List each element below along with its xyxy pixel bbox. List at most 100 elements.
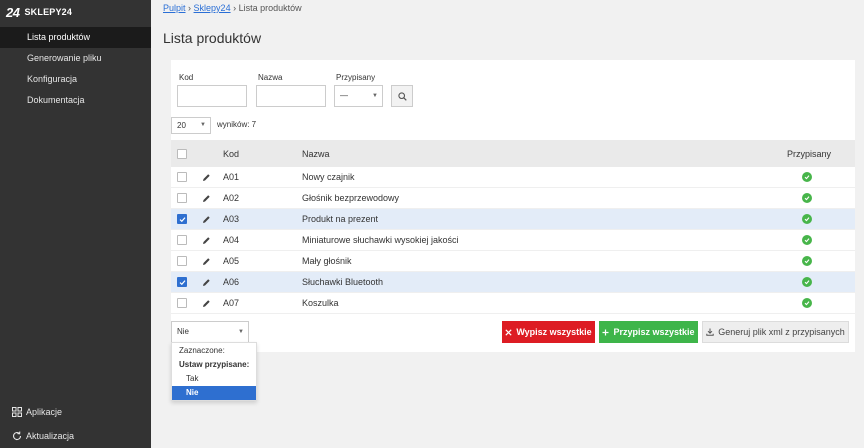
filter-nazwa-input[interactable]: [256, 85, 326, 107]
page-title: Lista produktów: [163, 30, 262, 46]
row-nazwa: Produkt na prezent: [302, 214, 379, 224]
bulk-assign-select[interactable]: Nie ▼: [171, 321, 249, 343]
breadcrumb-separator: ›: [233, 3, 237, 13]
edit-icon[interactable]: [202, 251, 211, 271]
grid-icon: [12, 407, 22, 417]
unassign-all-button[interactable]: Wypisz wszystkie: [502, 321, 595, 343]
dropdown-option-tak[interactable]: Tak: [172, 372, 256, 385]
sidebar-link-label: Aplikacje: [26, 407, 63, 417]
row-checkbox[interactable]: [177, 214, 187, 224]
table-row: A03 Produkt na prezent: [171, 209, 855, 230]
table-row: A06 Słuchawki Bluetooth: [171, 272, 855, 293]
filter-kod-input[interactable]: [177, 85, 247, 107]
row-checkbox[interactable]: [177, 235, 187, 245]
generate-xml-button[interactable]: Generuj plik xml z przypisanych: [702, 321, 849, 343]
row-kod: A06: [223, 277, 240, 287]
brand-name: SKLEPY24: [24, 7, 73, 17]
row-checkbox[interactable]: [177, 277, 187, 287]
download-icon: [706, 328, 714, 336]
select-all-checkbox[interactable]: [177, 148, 187, 159]
unassign-all-label: Wypisz wszystkie: [516, 327, 592, 337]
check-circle-icon[interactable]: [802, 256, 812, 266]
row-checkbox[interactable]: [177, 193, 187, 203]
generate-xml-label: Generuj plik xml z przypisanych: [718, 327, 845, 337]
edit-icon[interactable]: [202, 230, 211, 250]
edit-icon[interactable]: [202, 188, 211, 208]
check-circle-icon[interactable]: [802, 193, 812, 203]
edit-icon[interactable]: [202, 167, 211, 187]
filter-kod-label: Kod: [179, 73, 194, 82]
row-kod: A05: [223, 256, 240, 266]
check-circle-icon[interactable]: [802, 277, 812, 287]
sidebar-nav: Lista produktów Generowanie pliku Konfig…: [0, 27, 151, 111]
sidebar-item-konfiguracja[interactable]: Konfiguracja: [0, 69, 151, 90]
table-row: A01 Nowy czajnik: [171, 167, 855, 188]
row-checkbox[interactable]: [177, 298, 187, 308]
chevron-down-icon: ▼: [372, 93, 378, 99]
edit-icon[interactable]: [202, 272, 211, 292]
row-nazwa: Koszulka: [302, 298, 339, 308]
chevron-down-icon: ▼: [200, 122, 206, 128]
filter-przypisany-label: Przypisany: [336, 73, 376, 82]
header-przypisany[interactable]: Przypisany: [787, 140, 831, 167]
table-row: A05 Mały głośnik: [171, 251, 855, 272]
main-content: Pulpit › Sklepy24 › Lista produktów List…: [151, 0, 864, 448]
close-icon: [505, 328, 512, 336]
sidebar: 24 SKLEPY24 Lista produktów Generowanie …: [0, 0, 151, 448]
sidebar-item-dokumentacja[interactable]: Dokumentacja: [0, 90, 151, 111]
row-nazwa: Miniaturowe słuchawki wysokiej jakości: [302, 235, 459, 245]
assign-all-label: Przypisz wszystkie: [613, 327, 695, 337]
search-button[interactable]: [391, 85, 413, 107]
dropdown-group-label: Ustaw przypisane:: [179, 360, 250, 369]
breadcrumb-pulpit[interactable]: Pulpit: [163, 3, 186, 13]
filter-przypisany-select[interactable]: — ▼: [334, 85, 383, 107]
filter-przypisany-value: —: [340, 91, 348, 100]
dropdown-header: Zaznaczone:: [179, 346, 225, 355]
breadcrumb-separator: ›: [188, 3, 192, 13]
check-circle-icon[interactable]: [802, 172, 812, 182]
row-kod: A01: [223, 172, 240, 182]
plus-icon: [602, 329, 609, 335]
chevron-down-icon: ▼: [238, 329, 244, 335]
filter-nazwa-label: Nazwa: [258, 73, 283, 82]
breadcrumb: Pulpit › Sklepy24 › Lista produktów: [163, 3, 302, 13]
check-circle-icon[interactable]: [802, 235, 812, 245]
edit-icon[interactable]: [202, 293, 211, 313]
sidebar-item-lista-produktow[interactable]: Lista produktów: [0, 27, 151, 48]
bulk-assign-dropdown: Zaznaczone: Ustaw przypisane: Tak Nie: [171, 342, 257, 401]
brand-logo: 24: [6, 4, 20, 20]
row-nazwa: Mały głośnik: [302, 256, 352, 266]
table-row: A02 Głośnik bezprzewodowy: [171, 188, 855, 209]
bulk-assign-value: Nie: [177, 327, 190, 336]
row-kod: A03: [223, 214, 240, 224]
sidebar-item-generowanie-pliku[interactable]: Generowanie pliku: [0, 48, 151, 69]
sidebar-link-aplikacje[interactable]: Aplikacje: [0, 400, 151, 424]
header-nazwa[interactable]: Nazwa: [302, 140, 330, 167]
check-circle-icon[interactable]: [802, 214, 812, 224]
table-header: Kod Nazwa Przypisany: [171, 140, 855, 167]
per-page-value: 20: [177, 121, 186, 130]
assign-all-button[interactable]: Przypisz wszystkie: [599, 321, 698, 343]
row-checkbox[interactable]: [177, 172, 187, 182]
sidebar-link-aktualizacja[interactable]: Aktualizacja: [0, 424, 151, 448]
row-kod: A04: [223, 235, 240, 245]
row-kod: A07: [223, 298, 240, 308]
dropdown-option-nie[interactable]: Nie: [172, 386, 256, 400]
header-kod[interactable]: Kod: [223, 140, 239, 167]
row-checkbox[interactable]: [177, 256, 187, 266]
row-kod: A02: [223, 193, 240, 203]
brand[interactable]: 24 SKLEPY24: [0, 0, 151, 24]
row-nazwa: Słuchawki Bluetooth: [302, 277, 384, 287]
edit-icon[interactable]: [202, 209, 211, 229]
per-page-select[interactable]: 20 ▼: [171, 117, 211, 134]
results-count: wyników: 7: [217, 120, 257, 129]
breadcrumb-current: Lista produktów: [238, 3, 302, 13]
check-circle-icon[interactable]: [802, 298, 812, 308]
table-row: A04 Miniaturowe słuchawki wysokiej jakoś…: [171, 230, 855, 251]
row-nazwa: Głośnik bezprzewodowy: [302, 193, 400, 203]
breadcrumb-sklepy24[interactable]: Sklepy24: [194, 3, 231, 13]
sidebar-bottom: Aplikacje Aktualizacja: [0, 400, 151, 448]
row-nazwa: Nowy czajnik: [302, 172, 355, 182]
search-icon: [397, 91, 407, 101]
refresh-icon: [13, 431, 22, 441]
